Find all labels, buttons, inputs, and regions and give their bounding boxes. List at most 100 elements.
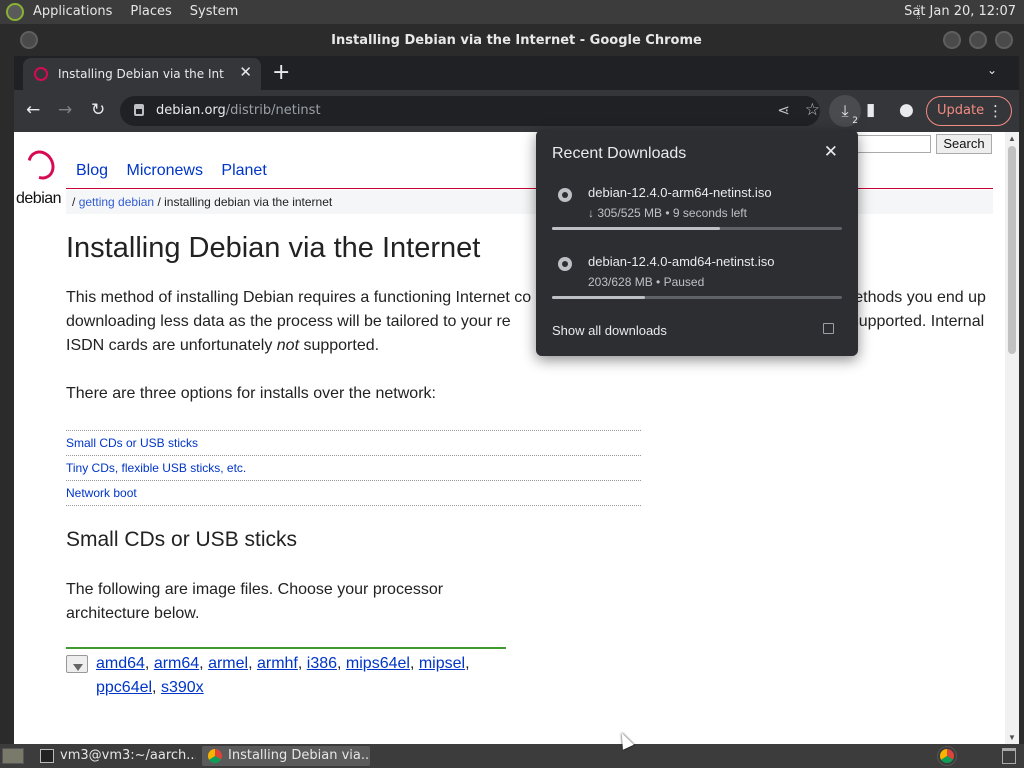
tab-close-icon[interactable]: ✕ xyxy=(239,63,252,81)
site-nav: Blog Micronews Planet xyxy=(76,162,281,180)
downloads-close-icon[interactable]: ✕ xyxy=(824,142,838,162)
toc-link-network-boot[interactable]: Network boot xyxy=(66,481,641,506)
url-path: /distrib/netinst xyxy=(225,103,321,118)
update-button[interactable]: Update ⋮ xyxy=(926,96,1012,126)
options-intro: There are three options for installs ove… xyxy=(66,385,436,402)
download-progress-track xyxy=(552,227,842,230)
arch-link-s390x[interactable]: s390x xyxy=(161,679,204,696)
reload-icon[interactable]: ↻ xyxy=(91,100,105,120)
toc-link-tiny-cds[interactable]: Tiny CDs, flexible USB sticks, etc. xyxy=(66,456,641,481)
tab-search-icon[interactable]: ⌄ xyxy=(987,63,997,77)
download-filename: debian-12.4.0-amd64-netinst.iso xyxy=(588,254,775,269)
menu-system[interactable]: System xyxy=(181,0,247,24)
download-filename: debian-12.4.0-arm64-netinst.iso xyxy=(588,185,772,200)
files-intro: The following are image files. Choose yo… xyxy=(66,581,444,622)
intro-text: This method of installing Debian require… xyxy=(66,289,532,306)
tab-strip: Installing Debian via the Internet ✕ + ⌄ xyxy=(14,56,1019,90)
breadcrumb-getting-debian[interactable]: getting debian xyxy=(79,195,154,209)
side-panel-icon[interactable]: ▮ xyxy=(866,100,875,120)
download-item[interactable]: debian-12.4.0-amd64-netinst.iso 203/628 … xyxy=(552,254,842,314)
tray-chrome-icon[interactable] xyxy=(937,746,957,766)
download-disc-icon xyxy=(66,655,88,673)
url-text[interactable]: debian.org/distrib/netinst xyxy=(156,103,321,118)
distro-logo-icon[interactable] xyxy=(6,3,24,21)
page-viewport: debian Blog Micronews Planet Search / ge… xyxy=(14,132,1019,744)
profile-icon[interactable]: ● xyxy=(899,100,914,120)
bookmark-star-icon[interactable]: ☆ xyxy=(805,100,820,120)
download-progress-fill xyxy=(552,227,721,230)
arch-link-amd64[interactable]: amd64 xyxy=(96,655,145,672)
maximize-icon[interactable] xyxy=(969,31,987,49)
window-titlebar[interactable]: Installing Debian via the Internet - Goo… xyxy=(14,24,1019,56)
minimize-icon[interactable] xyxy=(943,31,961,49)
scroll-down-icon[interactable]: ▼ xyxy=(1008,733,1016,742)
window-close-icon[interactable] xyxy=(995,31,1013,49)
nav-micronews[interactable]: Micronews xyxy=(126,162,202,179)
download-status: 203/628 MB • Paused xyxy=(588,275,705,289)
taskbar-item-label: Installing Debian via... xyxy=(228,748,370,763)
desktop: Applications Places System Sat Jan 20, 1… xyxy=(0,0,1024,768)
trash-icon[interactable] xyxy=(1002,748,1016,764)
arch-link-i386[interactable]: i386 xyxy=(307,655,337,672)
taskbar-item-label: vm3@vm3:~/aarch... xyxy=(60,748,196,763)
tab-active[interactable]: Installing Debian via the Internet ✕ xyxy=(23,58,261,90)
page-scrollbar[interactable]: ▲ ▼ xyxy=(1005,132,1019,744)
site-search-button[interactable]: Search xyxy=(936,134,992,154)
arch-link-arm64[interactable]: arm64 xyxy=(154,655,199,672)
debian-swirl-icon xyxy=(22,145,60,185)
window-title: Installing Debian via the Internet - Goo… xyxy=(331,33,702,48)
toc-link-small-cds[interactable]: Small CDs or USB sticks xyxy=(66,431,641,456)
debian-logo[interactable]: debian xyxy=(16,144,66,210)
arch-link-armel[interactable]: armel xyxy=(208,655,248,672)
download-icon: ⤓ xyxy=(841,101,849,120)
top-panel: Applications Places System Sat Jan 20, 1… xyxy=(0,0,1024,24)
site-search-input[interactable] xyxy=(856,135,931,153)
downloads-bubble: Recent Downloads ✕ debian-12.4.0-arm64-n… xyxy=(536,130,858,356)
open-external-icon[interactable] xyxy=(823,323,834,334)
bottom-taskbar: vm3@vm3:~/aarch... Installing Debian via… xyxy=(0,744,1024,768)
downloads-heading: Recent Downloads xyxy=(552,145,687,162)
scroll-up-icon[interactable]: ▲ xyxy=(1008,134,1016,143)
architecture-links: amd64, arm64, armel, armhf, i386, mips64… xyxy=(96,655,470,696)
tab-title: Installing Debian via the Internet xyxy=(58,67,224,81)
downloads-button[interactable]: ⤓ 2 xyxy=(829,95,861,127)
terminal-icon xyxy=(40,749,54,763)
menu-places[interactable]: Places xyxy=(121,0,180,24)
breadcrumb-separator: / xyxy=(157,195,161,209)
address-bar[interactable]: debian.org/distrib/netinst ⋖ ☆ xyxy=(120,96,820,126)
arch-link-armhf[interactable]: armhf xyxy=(257,655,298,672)
debian-favicon-icon xyxy=(34,67,48,81)
back-icon[interactable]: ← xyxy=(26,100,40,120)
show-desktop-icon[interactable] xyxy=(2,748,24,764)
chrome-menu-icon[interactable]: ⋮ xyxy=(988,97,1003,125)
arch-link-mips64el[interactable]: mips64el xyxy=(346,655,410,672)
window-menu-icon[interactable] xyxy=(20,31,38,49)
taskbar-item-chrome[interactable]: Installing Debian via... xyxy=(202,746,370,766)
breadcrumb-separator: / xyxy=(72,195,76,209)
download-progress-track xyxy=(552,296,842,299)
download-item[interactable]: debian-12.4.0-arm64-netinst.iso ↓ 305/52… xyxy=(552,185,842,245)
debian-wordmark: debian xyxy=(16,190,62,207)
arch-link-ppc64el[interactable]: ppc64el xyxy=(96,679,152,696)
lock-icon[interactable] xyxy=(134,104,144,116)
file-icon xyxy=(558,188,572,202)
menu-applications[interactable]: Applications xyxy=(24,0,121,24)
intro-emphasis: not xyxy=(276,337,300,354)
panel-clock[interactable]: Sat Jan 20, 12:07 xyxy=(904,0,1016,24)
intro-text: supported. xyxy=(299,337,380,354)
show-all-downloads-link[interactable]: Show all downloads xyxy=(552,323,667,338)
new-tab-icon[interactable]: + xyxy=(272,60,290,85)
download-progress-fill xyxy=(552,296,645,299)
scrollbar-thumb[interactable] xyxy=(1008,146,1016,354)
taskbar-item-terminal[interactable]: vm3@vm3:~/aarch... xyxy=(34,746,196,766)
nav-planet[interactable]: Planet xyxy=(221,162,266,179)
arch-link-mipsel[interactable]: mipsel xyxy=(419,655,465,672)
options-toc: Small CDs or USB sticks Tiny CDs, flexib… xyxy=(66,430,641,506)
browser-window: Installing Debian via the Internet - Goo… xyxy=(14,24,1019,744)
nav-blog[interactable]: Blog xyxy=(76,162,108,179)
share-icon[interactable]: ⋖ xyxy=(777,101,790,119)
file-icon xyxy=(558,257,572,271)
download-count-badge: 2 xyxy=(852,116,858,126)
forward-icon[interactable]: → xyxy=(58,100,72,120)
chrome-icon xyxy=(208,749,222,763)
